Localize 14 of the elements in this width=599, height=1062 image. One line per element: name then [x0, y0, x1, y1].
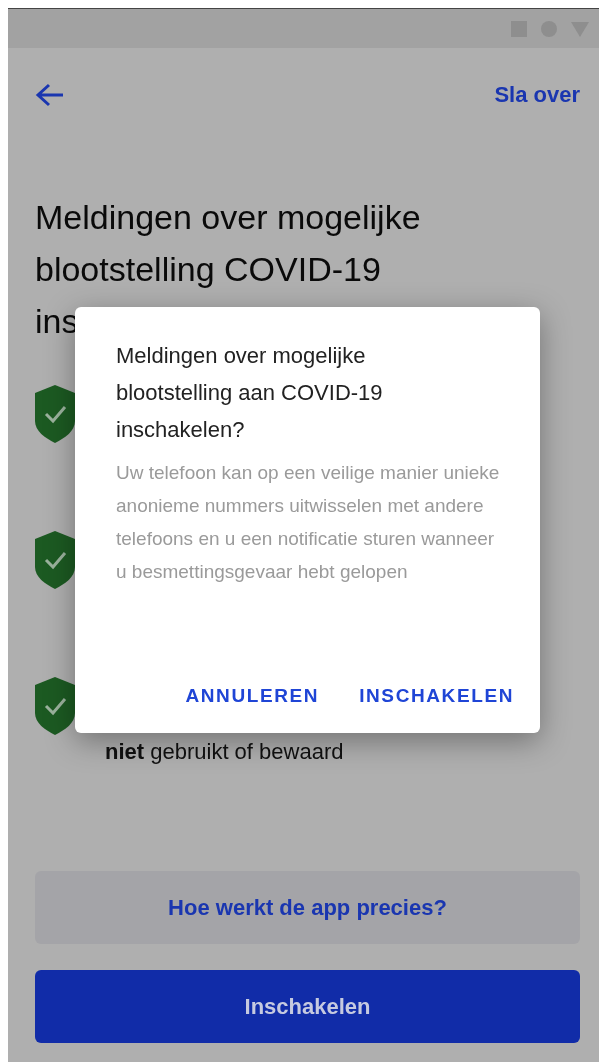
dialog-message: Uw telefoon kan op een veilige manier unieke anonieme nummers uitwisselen met andere telefoons en u een notificatie sturen wanneer u besmettingsgevaar hebt gelopen — [116, 461, 501, 584]
shield-check-icon — [35, 531, 75, 589]
feature-text: niet gebruikt of bewaard — [105, 739, 344, 765]
dialog-title: Meldingen over mogelijke blootstelling aan COVID-19 inschakelen? — [116, 342, 384, 444]
skip-link[interactable]: Sla over — [494, 82, 580, 108]
page-title: blootstelling COVID-19 — [35, 249, 382, 290]
cancel-button[interactable]: ANNULEREN — [185, 677, 320, 715]
enable-button[interactable]: INSCHAKELEN — [359, 677, 514, 715]
shield-check-icon — [35, 385, 75, 443]
enable-button[interactable]: Inschakelen — [35, 970, 580, 1043]
back-arrow-icon[interactable] — [35, 82, 65, 108]
page-title: Meldingen over mogelijke — [35, 197, 422, 238]
shield-check-icon — [35, 677, 75, 735]
how-it-works-button[interactable]: Hoe werkt de app precies? — [35, 871, 580, 944]
